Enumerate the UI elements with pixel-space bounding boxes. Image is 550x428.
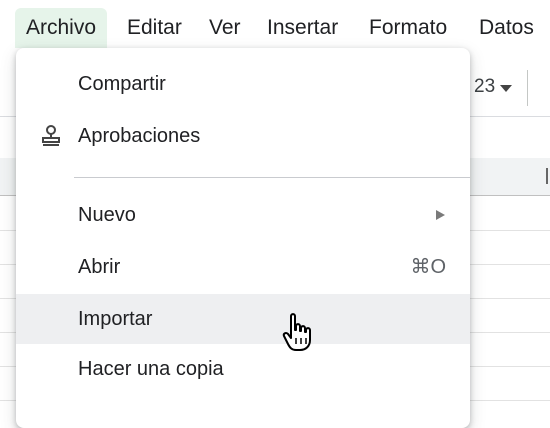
menu-datos[interactable]: Datos [468, 8, 545, 48]
menu-formato[interactable]: Formato [358, 8, 458, 48]
menu-bar: Archivo Editar Ver Insertar Formato Dato… [0, 0, 550, 52]
menu-item-label: Importar [78, 308, 153, 330]
document-title-fragment [118, 0, 178, 4]
menu-separator [74, 177, 470, 178]
column-resize-handle[interactable] [546, 168, 548, 184]
toolbar-divider [527, 70, 528, 106]
menu-item-aprobaciones[interactable]: Aprobaciones [16, 111, 470, 161]
menu-item-label: Aprobaciones [78, 125, 201, 147]
menu-item-abrir[interactable]: Abrir ⌘O [16, 242, 470, 292]
stamp-icon [40, 124, 62, 148]
menu-item-nuevo[interactable]: Nuevo [16, 190, 470, 240]
menu-archivo[interactable]: Archivo [15, 8, 108, 48]
menu-item-compartir[interactable]: Compartir [16, 59, 470, 109]
menu-item-label: Compartir [78, 73, 166, 95]
keyboard-shortcut: ⌘O [410, 256, 446, 278]
menu-item-importar[interactable]: Importar [16, 294, 470, 344]
zoom-caret-icon[interactable] [500, 85, 512, 92]
menu-item-label: Hacer una copia [78, 358, 224, 380]
menu-item-label: Abrir [78, 256, 121, 278]
submenu-arrow-icon [436, 210, 445, 220]
archivo-dropdown-menu: Compartir Aprobaciones Nuevo Abrir ⌘O Im… [16, 48, 470, 428]
menu-item-label: Nuevo [78, 204, 136, 226]
menu-editar[interactable]: Editar [116, 8, 193, 48]
zoom-level[interactable]: 23 [474, 76, 495, 98]
menu-insertar[interactable]: Insertar [256, 8, 349, 48]
menu-ver[interactable]: Ver [198, 8, 252, 48]
menu-item-hacer-una-copia[interactable]: Hacer una copia [16, 344, 470, 394]
hand-pointer-cursor-icon [282, 312, 318, 354]
